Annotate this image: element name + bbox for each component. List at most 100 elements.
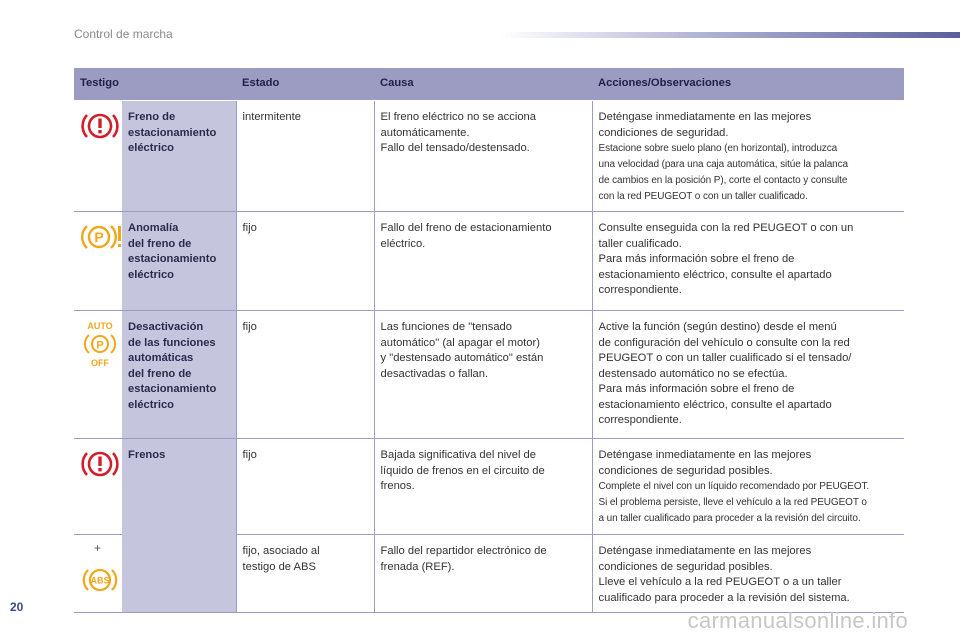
causa-text: desactivadas o fallan. <box>380 367 489 380</box>
page-number: 20 <box>10 600 24 614</box>
causa-text: Fallo del repartidor electrónico de <box>380 545 547 557</box>
acciones-text: estacionamiento eléctrico, consulte el a… <box>598 268 832 281</box>
section-title: Control de marcha <box>74 27 173 41</box>
header-decoration-bar <box>500 32 960 38</box>
acciones-note: Estacione sobre suelo plano (en horizont… <box>598 143 838 154</box>
table-row: AUTO P OFF Desactivación de las funcione… <box>74 310 905 439</box>
name-line: Anomalía <box>128 222 179 234</box>
acciones-cell: Deténgase inmediatamente en las mejores … <box>591 534 905 613</box>
icon-cell: AUTO P OFF <box>74 310 122 439</box>
svg-text:ABS: ABS <box>90 576 109 586</box>
name-line: de las funciones <box>128 336 216 349</box>
acciones-text: Consulte enseguida con la red PEUGEOT o … <box>598 222 854 234</box>
acciones-text: Deténgase inmediatamente en las mejores <box>598 111 812 123</box>
acciones-text: destensado automático no se efectúa. <box>598 367 788 380</box>
acciones-note: una velocidad (para una caja automática,… <box>598 159 849 170</box>
causa-text: frenada (REF). <box>380 560 455 573</box>
watermark: carmanualsonline.info <box>687 608 908 633</box>
acciones-text: Deténgase inmediatamente en las mejores <box>598 545 812 557</box>
estado-cell: fijo <box>235 310 375 439</box>
causa-text: automáticamente. <box>380 126 470 139</box>
causa-text: El freno eléctrico no se acciona <box>380 111 536 123</box>
estado-text: fijo <box>242 222 257 234</box>
causa-cell: Bajada significativa del nivel de líquid… <box>373 438 593 535</box>
acciones-text: condiciones de seguridad posibles. <box>598 560 773 573</box>
column-header-causa: Causa <box>374 68 593 101</box>
acciones-text: Para más información sobre el freno de <box>598 383 795 395</box>
estado-cell: fijo, asociado al testigo de ABS <box>235 534 375 613</box>
estado-text: fijo <box>242 449 257 461</box>
causa-text: Las funciones de "tensado <box>380 321 512 333</box>
acciones-text: taller cualificado. <box>598 237 682 250</box>
causa-cell: Las funciones de "tensado automático" (a… <box>373 310 593 439</box>
causa-cell: Fallo del freno de estacionamiento eléct… <box>373 211 593 311</box>
acciones-note: Si el problema persiste, lleve el vehícu… <box>598 497 867 508</box>
name-line: estacionamiento <box>128 126 217 139</box>
name-line: automáticas <box>128 352 194 364</box>
name-line: estacionamiento <box>128 253 217 265</box>
svg-text:OFF: OFF <box>91 358 109 368</box>
estado-cell: fijo <box>235 438 375 535</box>
causa-text: Fallo del tensado/destensado. <box>380 142 530 154</box>
brake-warning-icon <box>81 113 119 139</box>
acciones-text: de configuración del vehículo o consulte… <box>598 336 850 349</box>
acciones-cell: Consulte enseguida con la red PEUGEOT o … <box>591 211 905 311</box>
acciones-note: de cambios en la posición P), corte el c… <box>598 175 848 186</box>
icon-cell <box>74 438 122 535</box>
plus-sign: + <box>94 541 102 555</box>
brake-warning-icon <box>81 451 119 477</box>
name-line: Freno de <box>128 111 176 123</box>
icon-cell <box>74 100 122 212</box>
acciones-text: estacionamiento eléctrico, consulte el a… <box>598 398 832 411</box>
name-line: del freno de <box>128 367 192 380</box>
estado-text: testigo de ABS <box>242 560 316 573</box>
name-line: estacionamiento <box>128 383 217 395</box>
causa-text: y "destensado automático" están <box>380 352 544 364</box>
acciones-cell: Active la función (según destino) desde … <box>591 310 905 439</box>
name-line: Frenos <box>128 449 166 461</box>
warning-lights-table: Testigo Estado Causa Acciones/Observacio… <box>74 68 905 613</box>
warning-name: Desactivación de las funciones automátic… <box>122 310 237 439</box>
estado-text: fijo <box>242 321 257 333</box>
acciones-note: con la red PEUGEOT o con un taller cuali… <box>598 191 808 202</box>
abs-icon: ABS <box>82 568 118 592</box>
acciones-text: correspondiente. <box>598 284 682 296</box>
acciones-text: PEUGEOT o con un taller cualificado si e… <box>598 352 852 364</box>
warning-name: Anomalía del freno de estacionamiento el… <box>122 211 237 311</box>
causa-text: Bajada significativa del nivel de <box>380 449 536 461</box>
table-row: P Anomalía del freno de estacionamiento … <box>74 211 905 311</box>
estado-cell: fijo <box>235 211 375 311</box>
causa-cell: Fallo del repartidor electrónico de fren… <box>373 534 593 613</box>
acciones-note: a un taller cualificado para proceder a … <box>598 513 861 524</box>
name-line: del freno de <box>128 237 192 250</box>
acciones-text: Para más información sobre el freno de <box>598 253 795 265</box>
warning-name: Frenos <box>122 438 237 613</box>
acciones-cell: Deténgase inmediatamente en las mejores … <box>591 100 905 212</box>
acciones-text: correspondiente. <box>598 414 682 426</box>
table-header-row: Testigo Estado Causa Acciones/Observacio… <box>74 68 905 101</box>
column-header-testigo: Testigo <box>74 68 237 101</box>
svg-text:P: P <box>94 229 103 245</box>
causa-text: Fallo del freno de estacionamiento <box>380 222 552 234</box>
acciones-text: condiciones de seguridad posibles. <box>598 464 773 477</box>
table-row: Frenos fijo Bajada significativa del niv… <box>74 438 905 613</box>
name-line: eléctrico <box>128 142 175 154</box>
estado-text: intermitente <box>242 111 301 123</box>
parking-brake-fault-icon: P <box>81 225 121 249</box>
acciones-text: condiciones de seguridad. <box>598 126 729 139</box>
causa-text: frenos. <box>380 480 415 492</box>
warning-name: Freno de estacionamiento eléctrico <box>122 100 237 212</box>
causa-cell: El freno eléctrico no se acciona automát… <box>373 100 593 212</box>
icon-cell: + ABS <box>74 534 122 613</box>
causa-text: automático" (al apagar el motor) <box>380 336 540 349</box>
name-line: eléctrico <box>128 268 175 281</box>
name-line: Desactivación <box>128 321 204 333</box>
svg-text:AUTO: AUTO <box>87 321 112 331</box>
icon-cell: P <box>74 211 122 311</box>
causa-text: eléctrico. <box>380 237 426 250</box>
acciones-text: cualificado para proceder a la revisión … <box>598 591 850 604</box>
column-header-acciones: Acciones/Observaciones <box>592 68 905 101</box>
name-line: eléctrico <box>128 398 175 411</box>
acciones-cell: Deténgase inmediatamente en las mejores … <box>591 438 905 535</box>
column-header-estado: Estado <box>236 68 375 101</box>
